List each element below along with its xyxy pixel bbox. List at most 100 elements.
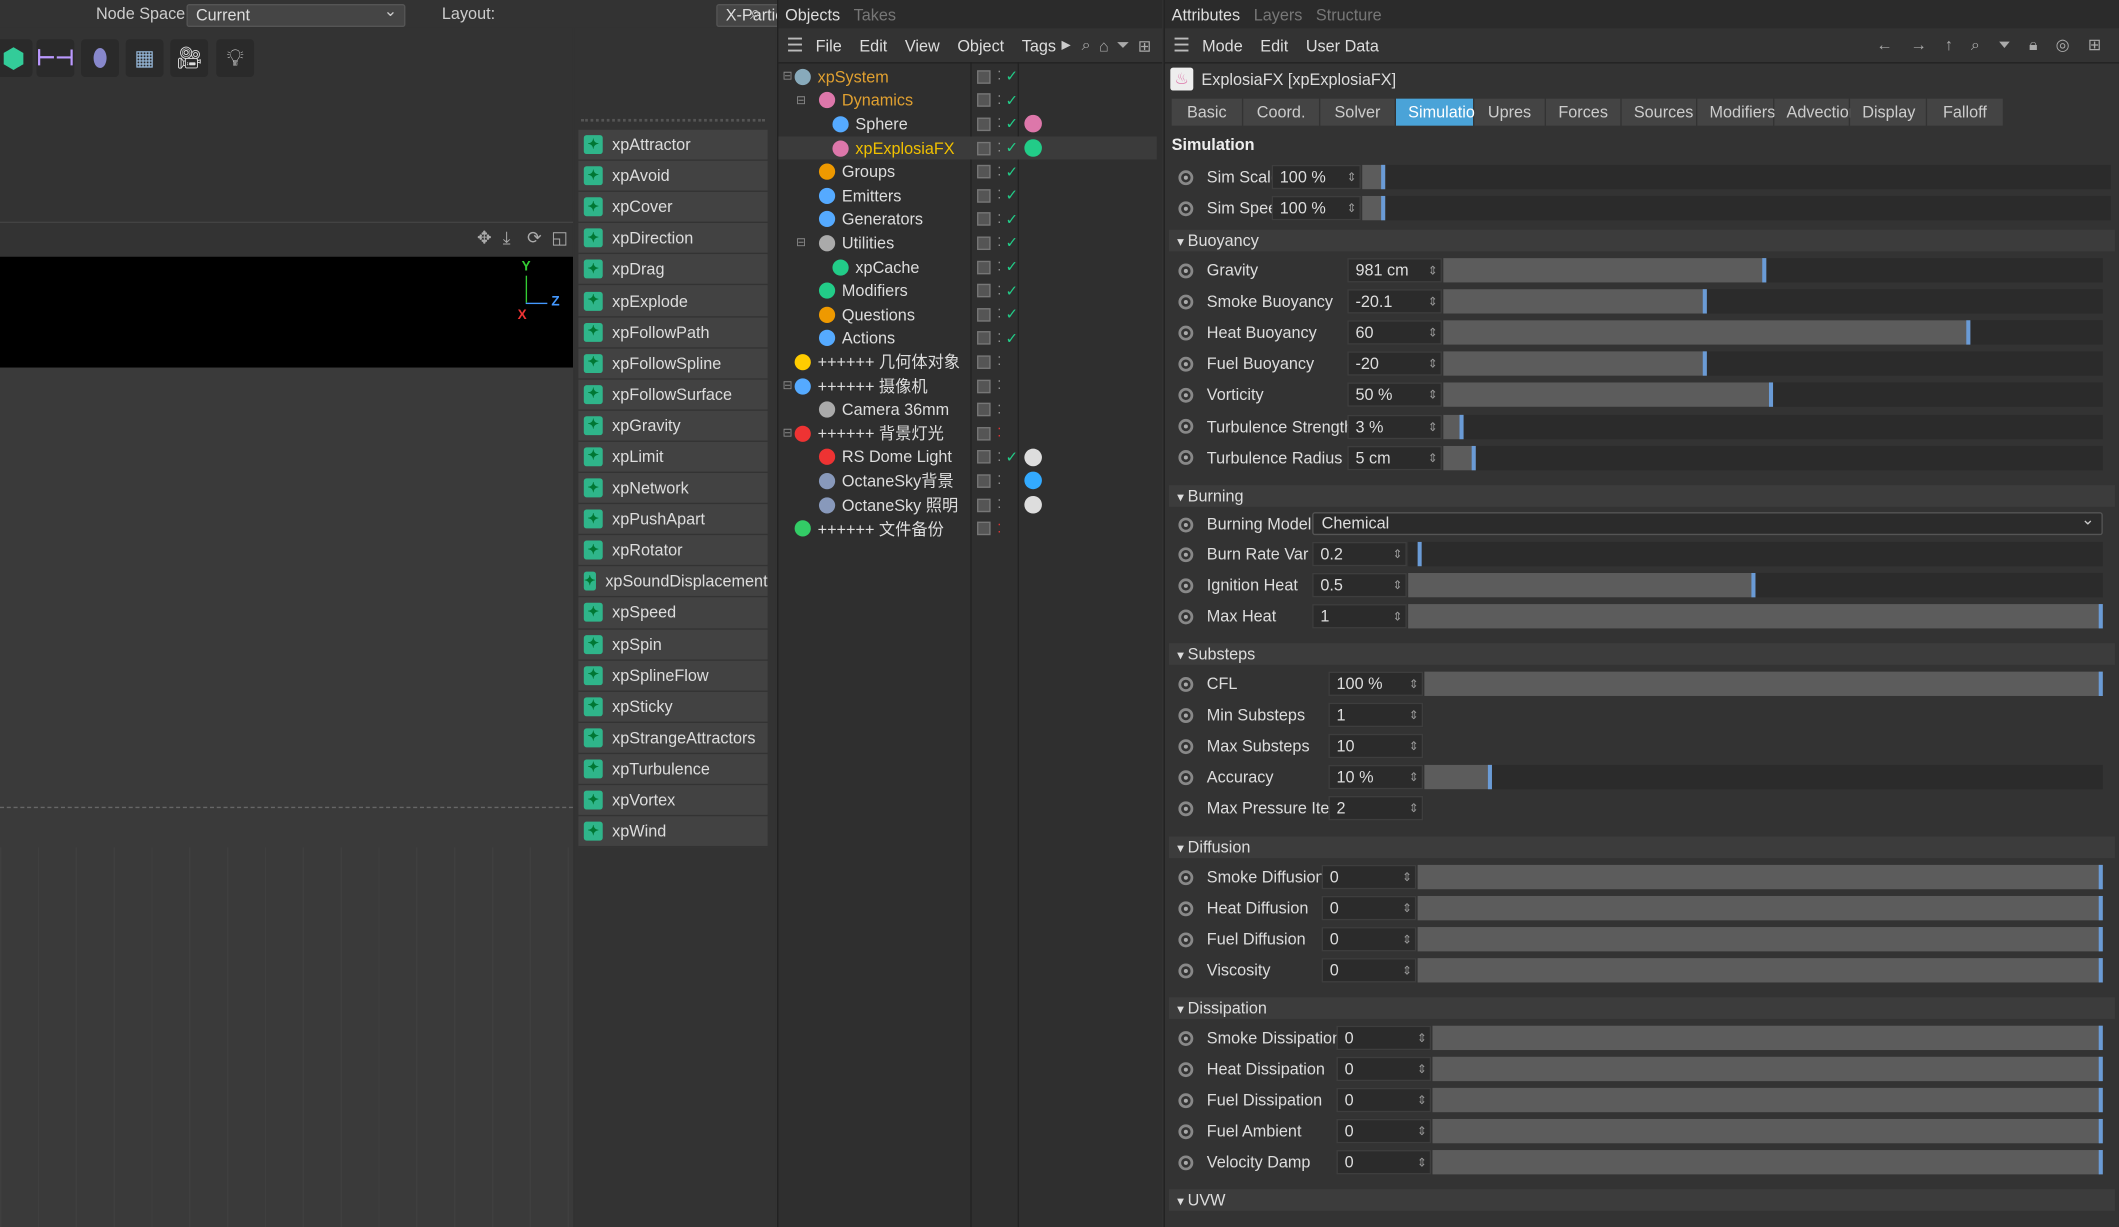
visibility-icon[interactable]: [977, 355, 991, 369]
enabled-check-icon[interactable]: ✓: [1005, 187, 1017, 204]
tag-icon[interactable]: [1024, 495, 1042, 514]
animate-radio-icon[interactable]: [1178, 770, 1194, 785]
section-header[interactable]: ▾ Buoyancy: [1168, 229, 2115, 252]
effector-item[interactable]: ✦ xpSpeed: [578, 597, 768, 630]
render-dots-icon[interactable]: ⁚: [997, 260, 1001, 275]
animate-radio-icon[interactable]: [1178, 801, 1194, 817]
menu-tags[interactable]: Tags: [1022, 36, 1056, 55]
viewport-black-area[interactable]: Y Z X: [0, 256, 573, 368]
tree-row[interactable]: xpExplosiaFX ⁚ ✓: [778, 136, 1157, 160]
enabled-check-icon[interactable]: ✓: [1005, 282, 1017, 299]
param-slider[interactable]: [1424, 671, 2103, 696]
render-dots-icon[interactable]: ⁚: [997, 69, 1001, 84]
floor-icon[interactable]: ▦: [125, 39, 164, 78]
visibility-icon[interactable]: [977, 188, 991, 203]
tree-row[interactable]: Emitters ⁚ ✓: [778, 184, 1156, 208]
visibility-icon[interactable]: [977, 141, 991, 155]
render-dots-icon[interactable]: ⁚: [997, 379, 1001, 394]
param-slider[interactable]: [1408, 604, 2103, 629]
tree-row[interactable]: OctaneSky 照明 ⁚: [778, 493, 1156, 517]
collapse-icon[interactable]: ▾: [1177, 1003, 1188, 1018]
effector-item[interactable]: ✦ xpSticky: [578, 691, 768, 723]
collapse-icon[interactable]: ▾: [1177, 649, 1188, 664]
expand-icon[interactable]: ⊟: [782, 426, 792, 441]
search-icon[interactable]: ⌕: [750, 1, 761, 24]
effector-item[interactable]: ✦ xpDirection: [578, 223, 768, 255]
animate-radio-icon[interactable]: [1178, 356, 1194, 372]
param-value-field[interactable]: 0.5: [1312, 573, 1407, 598]
visibility-icon[interactable]: [977, 426, 991, 441]
visibility-icon[interactable]: [977, 331, 991, 346]
render-dots-icon[interactable]: ⁚: [997, 497, 1001, 512]
animate-radio-icon[interactable]: [1178, 1155, 1194, 1171]
tree-row[interactable]: xpCache ⁚ ✓: [778, 255, 1156, 279]
param-value-field[interactable]: 1: [1328, 702, 1424, 728]
tree-row[interactable]: Modifiers ⁚ ✓: [778, 279, 1156, 303]
param-slider[interactable]: [1432, 1088, 2103, 1113]
visibility-icon[interactable]: [977, 236, 991, 250]
render-dots-icon[interactable]: ⁚: [997, 283, 1001, 298]
render-dots-icon[interactable]: ⁚: [997, 117, 1001, 132]
expand-icon[interactable]: ⊟: [782, 69, 792, 84]
tag-icon[interactable]: [1024, 138, 1042, 157]
visibility-icon[interactable]: [977, 260, 991, 274]
collapse-icon[interactable]: ▾: [1177, 235, 1188, 250]
animate-radio-icon[interactable]: [1178, 676, 1194, 692]
effector-item[interactable]: ✦ xpTurbulence: [578, 753, 768, 786]
rotate-icon[interactable]: ⟳: [527, 227, 542, 249]
render-dots-icon[interactable]: ⁚: [997, 307, 1001, 322]
render-dots-icon[interactable]: ⁚: [997, 450, 1001, 465]
param-value-field[interactable]: 0: [1321, 958, 1417, 983]
collapse-icon[interactable]: ▾: [1177, 491, 1188, 506]
param-value-field[interactable]: 60: [1347, 320, 1442, 345]
cube-icon[interactable]: ⬢: [0, 39, 33, 78]
visibility-icon[interactable]: [977, 521, 991, 536]
animate-radio-icon[interactable]: [1178, 169, 1194, 185]
tree-row[interactable]: Groups ⁚ ✓: [778, 160, 1156, 184]
param-value-field[interactable]: 100 %: [1328, 671, 1424, 696]
animate-radio-icon[interactable]: [1178, 516, 1194, 532]
param-slider[interactable]: [1443, 258, 2103, 283]
render-dots-icon[interactable]: ⁚: [997, 188, 1001, 203]
search-icon[interactable]: ⌕: [1082, 35, 1091, 55]
param-slider[interactable]: [1408, 573, 2103, 598]
param-value-field[interactable]: 0: [1336, 1088, 1432, 1113]
tree-row[interactable]: ⊟ Dynamics ⁚ ✓: [778, 89, 1156, 113]
visibility-icon[interactable]: [977, 307, 991, 322]
collapse-icon[interactable]: ▾: [1177, 1195, 1188, 1210]
enabled-check-icon[interactable]: ✓: [1005, 330, 1017, 347]
effector-item[interactable]: ✦ xpExplode: [578, 285, 768, 317]
param-slider[interactable]: [1443, 382, 2103, 408]
expand-icon[interactable]: ⊟: [796, 93, 806, 108]
hamburger-icon[interactable]: ☰: [787, 34, 804, 57]
visibility-icon[interactable]: [977, 402, 991, 417]
param-value-field[interactable]: 3 %: [1347, 414, 1442, 439]
param-value-field[interactable]: -20.1: [1347, 289, 1442, 314]
visibility-icon[interactable]: [977, 212, 991, 227]
animate-radio-icon[interactable]: [1178, 387, 1194, 403]
animate-radio-icon[interactable]: [1178, 609, 1194, 625]
palette-grip[interactable]: [581, 118, 765, 122]
param-slider[interactable]: [1432, 1119, 2103, 1144]
render-dots-icon[interactable]: ⁚: [997, 212, 1001, 227]
animate-radio-icon[interactable]: [1178, 577, 1194, 593]
camera-icon[interactable]: 🎥︎: [170, 39, 209, 78]
visibility-icon[interactable]: [977, 379, 991, 393]
enabled-check-icon[interactable]: ✓: [1005, 68, 1017, 85]
collapse-icon[interactable]: ▾: [1177, 842, 1188, 857]
param-slider[interactable]: [1408, 541, 2103, 567]
render-dots-icon[interactable]: ⁚: [997, 331, 1001, 346]
render-dots-icon[interactable]: ⁚: [997, 402, 1001, 417]
param-slider[interactable]: [1432, 1025, 2103, 1051]
tree-row[interactable]: Camera 36mm ⁚: [778, 398, 1156, 422]
param-value-field[interactable]: 5 cm: [1347, 445, 1442, 470]
enabled-check-icon[interactable]: ✓: [1005, 211, 1017, 228]
param-slider[interactable]: [1443, 289, 2103, 314]
param-slider[interactable]: [1432, 1056, 2103, 1082]
param-value-field[interactable]: 50 %: [1347, 382, 1442, 408]
tree-row[interactable]: Questions ⁚ ✓: [778, 303, 1156, 327]
tree-row[interactable]: Generators ⁚ ✓: [778, 208, 1156, 232]
viewport-3d[interactable]: [0, 367, 573, 1227]
animate-radio-icon[interactable]: [1178, 1124, 1194, 1139]
effector-item[interactable]: ✦ xpAttractor: [578, 129, 768, 161]
